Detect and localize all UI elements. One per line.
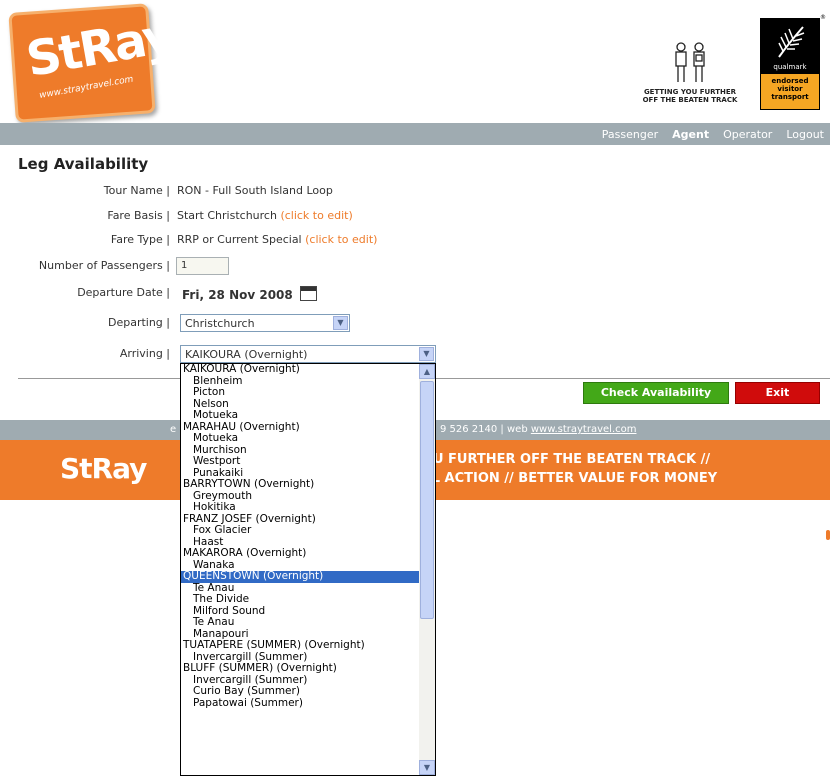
nav-logout[interactable]: Logout (786, 128, 824, 141)
departure-date-label: Departure Date | (77, 286, 170, 299)
scroll-down-icon[interactable]: ▼ (419, 760, 435, 775)
departure-date-field: Fri, 28 Nov 2008 (182, 286, 318, 302)
dropdown-option[interactable]: Papatowai (Summer) (181, 697, 420, 710)
departing-value: Christchurch (185, 317, 255, 330)
passengers-input[interactable]: 1 (176, 257, 229, 275)
orange-marker (826, 530, 830, 540)
footer-contact-prefix: e (170, 424, 177, 435)
arriving-value: KAIKOURA (Overnight) (185, 348, 308, 361)
dropdown-items: KAIKOURA (Overnight) Blenheim Picton Nelson… (181, 364, 420, 709)
dropdown-scrollbar[interactable]: ▲ ▼ (419, 364, 435, 775)
nav-operator[interactable]: Operator (723, 128, 772, 141)
dropdown-option[interactable]: BLUFF (SUMMER) (Overnight) (181, 662, 420, 675)
fare-type-label: Fare Type | (110, 233, 170, 246)
dropdown-option[interactable]: TUATAPERE (SUMMER) (Overnight) (181, 639, 420, 652)
qualmark-line3: transport (771, 93, 809, 101)
fare-basis-edit-link[interactable]: (click to edit) (280, 209, 352, 222)
page: StRay www.straytravel.com GETTING YOU FU… (0, 0, 830, 776)
qualmark-line1: endorsed (771, 77, 809, 85)
qualmark-badge: qualmark endorsed visitor transport (760, 18, 820, 110)
dropdown-option[interactable]: Picton (181, 386, 420, 399)
fare-type-field: RRP or Current Special (click to edit) (177, 233, 377, 246)
dropdown-option[interactable]: Te Anau (181, 616, 420, 629)
check-availability-button[interactable]: Check Availability (583, 382, 729, 404)
figures-icon (675, 42, 705, 82)
dropdown-option[interactable]: Motueka (181, 432, 420, 445)
fare-type-row: Fare Type | RRP or Current Special (clic… (0, 233, 830, 251)
tagline-line2: OFF THE BEATEN TRACK (642, 96, 738, 104)
qualmark-endorsement: endorsed visitor transport (761, 74, 819, 109)
dropdown-option[interactable]: Curio Bay (Summer) (181, 685, 420, 698)
dropdown-option[interactable]: BARRYTOWN (Overnight) (181, 478, 420, 491)
scrollbar-thumb[interactable] (420, 381, 434, 619)
dropdown-option[interactable]: The Divide (181, 593, 420, 606)
logo-word: StRay (22, 7, 177, 89)
passengers-label: Number of Passengers | (38, 259, 170, 272)
dropdown-option[interactable]: QUEENSTOWN (Overnight) (181, 570, 420, 583)
qualmark-line2: visitor (777, 85, 803, 93)
tour-name-row: Tour Name | RON - Full South Island Loop (0, 184, 830, 202)
fare-type-edit-link[interactable]: (click to edit) (305, 233, 377, 246)
calendar-icon[interactable] (300, 286, 318, 301)
chevron-down-icon[interactable]: ▼ (419, 347, 434, 361)
footer-web-link[interactable]: www.straytravel.com (531, 424, 637, 435)
scroll-up-icon[interactable]: ▲ (419, 364, 435, 379)
nav-bar: Passenger Agent Operator Logout (0, 123, 830, 145)
dropdown-option[interactable]: Fox Glacier (181, 524, 420, 537)
fare-basis-row: Fare Basis | Start Christchurch (click t… (0, 209, 830, 227)
dropdown-option[interactable]: Hokitika (181, 501, 420, 514)
footer-phone: 9 526 2140 | web (440, 424, 531, 435)
dropdown-option[interactable]: Westport (181, 455, 420, 468)
departure-date-value: Fri, 28 Nov 2008 (182, 288, 293, 302)
departing-select[interactable]: Christchurch ▼ (180, 314, 350, 332)
nav-agent[interactable]: Agent (672, 128, 709, 141)
chevron-down-icon[interactable]: ▼ (333, 316, 348, 330)
tagline-line1: GETTING YOU FURTHER (643, 88, 737, 96)
footer-contact-text: 9 526 2140 | web www.straytravel.com (440, 424, 636, 435)
arriving-dropdown-list[interactable]: KAIKOURA (Overnight) Blenheim Picton Nelson… (180, 363, 436, 776)
fare-basis-field: Start Christchurch (click to edit) (177, 209, 353, 222)
departing-label: Departing | (107, 316, 170, 329)
dropdown-option[interactable]: Motueka (181, 409, 420, 422)
fern-icon (778, 26, 805, 58)
footer-logo: StRay (60, 452, 147, 485)
arriving-label: Arriving | (119, 347, 170, 360)
exit-button[interactable]: Exit (735, 382, 820, 404)
arriving-select[interactable]: KAIKOURA (Overnight) ▼ (180, 345, 436, 363)
fare-type-value: RRP or Current Special (177, 233, 302, 246)
dropdown-option[interactable]: MAKARORA (Overnight) (181, 547, 420, 560)
departing-row: Departing | Christchurch ▼ (0, 314, 830, 334)
stray-logo[interactable]: StRay www.straytravel.com (8, 3, 176, 123)
tour-name-label: Tour Name | (103, 184, 170, 197)
tagline: GETTING YOU FURTHER OFF THE BEATEN TRACK (640, 42, 740, 104)
fare-basis-value: Start Christchurch (177, 209, 277, 222)
departure-date-row: Departure Date | Fri, 28 Nov 2008 (0, 286, 830, 304)
registered-mark: ® (820, 14, 826, 21)
tour-name-value: RON - Full South Island Loop (177, 184, 333, 197)
passengers-row: Number of Passengers | 1 (0, 257, 830, 277)
fare-basis-label: Fare Basis | (107, 209, 170, 222)
page-title: Leg Availability (18, 155, 149, 173)
nav-passenger[interactable]: Passenger (602, 128, 658, 141)
dropdown-option[interactable]: KAIKOURA (Overnight) (181, 364, 420, 376)
